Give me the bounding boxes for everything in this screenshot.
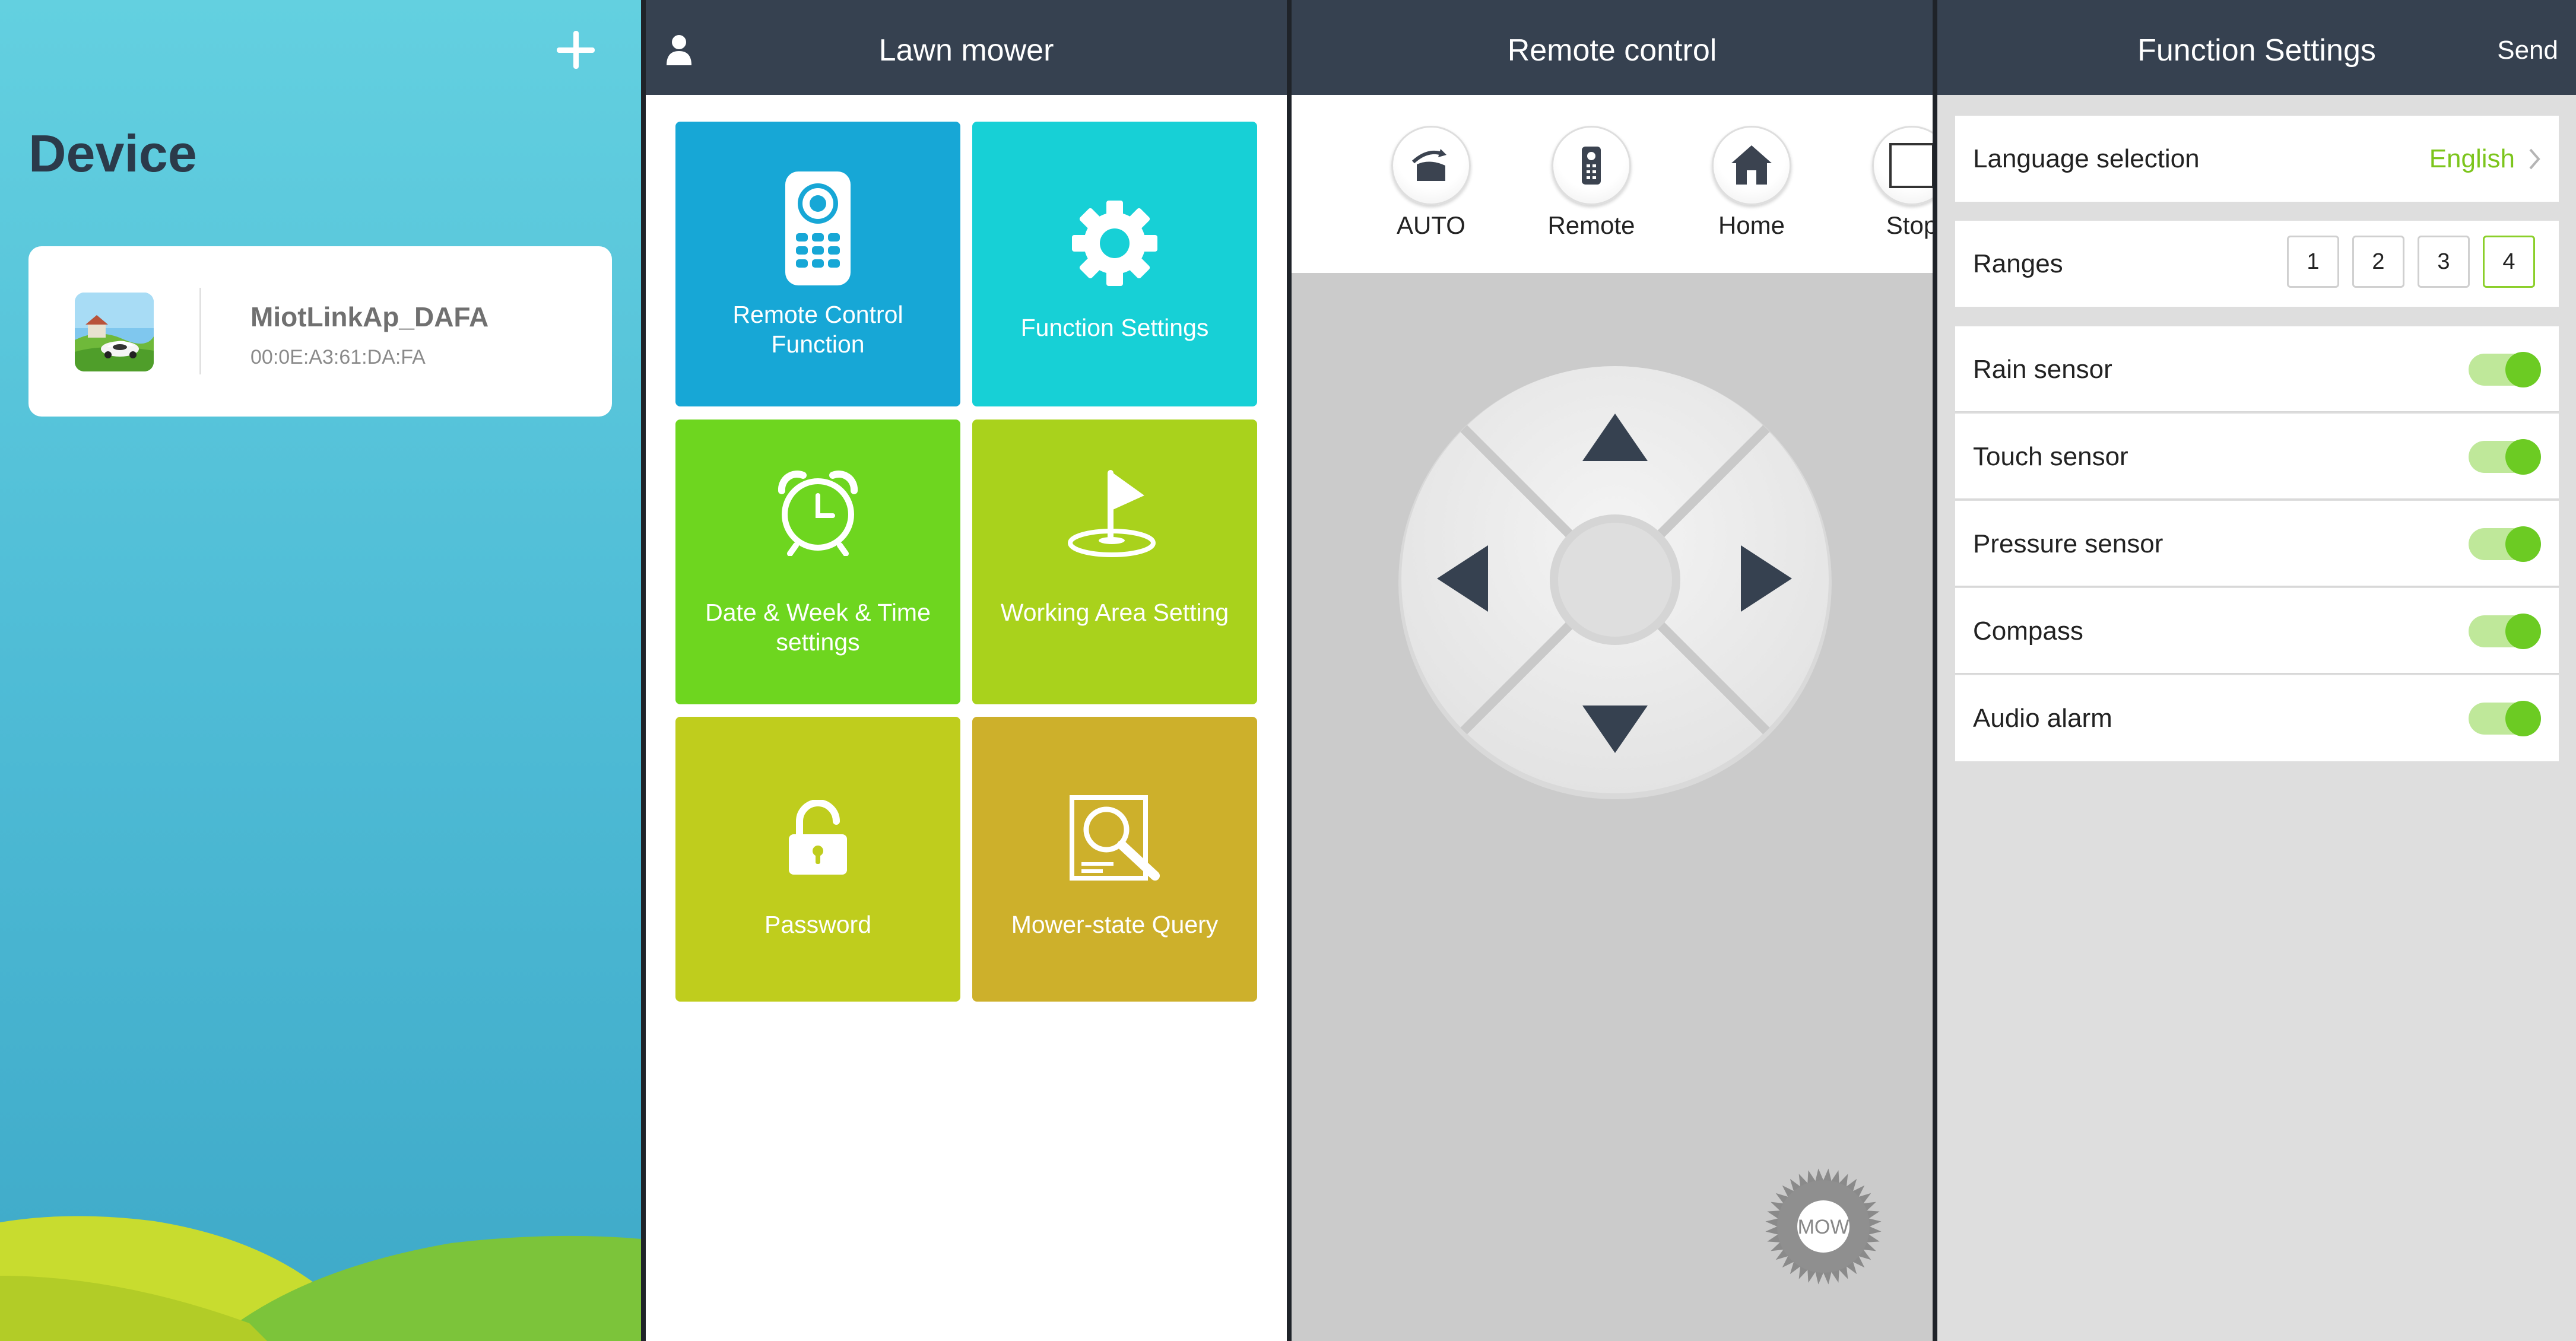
toggle-row-rain-sensor: Rain sensor <box>1955 326 2559 412</box>
panel-divider <box>1287 0 1292 1341</box>
language-selector[interactable]: English <box>2429 144 2541 174</box>
stop-icon <box>1889 143 1933 188</box>
range-option-2[interactable]: 2 <box>2352 236 2404 288</box>
toggle-label: Compass <box>1973 616 2083 646</box>
rain-sensor-toggle[interactable] <box>2469 351 2541 387</box>
toggle-label: Rain sensor <box>1973 354 2112 384</box>
page-title: Lawn mower <box>878 33 1054 68</box>
hills-decoration <box>0 1216 641 1341</box>
panel-divider <box>1933 0 1937 1341</box>
toggle-row-touch-sensor: Touch sensor <box>1955 414 2559 500</box>
home-icon <box>1731 145 1772 185</box>
device-name: MiotLinkAp_DAFA <box>250 301 489 332</box>
mow-blade-button[interactable]: MOW <box>1764 1167 1883 1289</box>
mode-label: AUTO <box>1397 211 1465 239</box>
mode-auto-button[interactable]: AUTO <box>1372 126 1490 240</box>
language-row[interactable]: Language selection English <box>1955 116 2559 202</box>
chevron-right-icon <box>2529 148 2540 169</box>
pressure-sensor-toggle[interactable] <box>2469 526 2541 562</box>
unlock-icon <box>789 800 847 875</box>
toggle-row-audio-alarm: Audio alarm <box>1955 675 2559 761</box>
toggle-label: Audio alarm <box>1973 703 2112 733</box>
language-value: English <box>2429 144 2515 173</box>
ranges-options: 1 2 3 4 <box>2287 236 2535 288</box>
alarm-clock-icon <box>778 471 858 556</box>
tile-date-time-settings[interactable]: Date & Week & Time settings <box>675 420 960 704</box>
function-settings-screen: Function Settings Send Language selectio… <box>1937 0 2576 1341</box>
ranges-row: Ranges 1 2 3 4 <box>1955 221 2559 307</box>
tile-label: Function Settings <box>1020 314 1209 341</box>
direction-pad <box>1398 366 1832 799</box>
tile-label: Remote Control Function <box>732 301 903 358</box>
audio-alarm-toggle[interactable] <box>2469 700 2541 736</box>
tile-working-area-setting[interactable]: Working Area Setting <box>972 420 1257 704</box>
header-bar: Remote control <box>1292 0 1933 95</box>
page-title: Function Settings <box>2137 33 2376 68</box>
toggle-label: Touch sensor <box>1973 441 2128 471</box>
mode-label: Home <box>1718 211 1785 239</box>
tile-label: Date & Week & Time settings <box>705 599 931 656</box>
toggle-label: Pressure sensor <box>1973 529 2163 558</box>
lawn-mower-screen: Lawn mower Remote Control Function Funct… <box>646 0 1287 1341</box>
remote-control-icon <box>785 171 851 285</box>
mower-thumbnail-icon <box>75 293 154 371</box>
tile-label: Password <box>764 911 871 938</box>
tile-label: Working Area Setting <box>1000 599 1229 626</box>
range-option-4[interactable]: 4 <box>2483 236 2535 288</box>
tile-label: Mower-state Query <box>1011 911 1219 938</box>
remote-control-screen: Remote control AUTO Remote Home Stop MOW <box>1292 0 1933 1341</box>
mode-bar: AUTO Remote Home Stop <box>1292 95 1933 273</box>
header-bar: Lawn mower <box>646 0 1287 95</box>
range-option-3[interactable]: 3 <box>2418 236 2470 288</box>
ranges-label: Ranges <box>1973 249 2063 278</box>
mode-label: Stop <box>1886 211 1933 239</box>
tile-mower-state-query[interactable]: Mower-state Query <box>972 717 1257 1002</box>
mode-remote-button[interactable]: Remote <box>1532 126 1651 240</box>
page-title: Remote control <box>1507 33 1717 68</box>
device-card[interactable]: MiotLinkAp_DAFA 00:0E:A3:61:DA:FA <box>28 246 612 417</box>
gear-icon <box>1072 201 1157 286</box>
mode-stop-button[interactable]: Stop <box>1852 126 1933 240</box>
tile-remote-control-function[interactable]: Remote Control Function <box>675 122 960 406</box>
compass-toggle[interactable] <box>2469 613 2541 649</box>
header-bar: Function Settings Send <box>1937 0 2576 95</box>
mow-label: MOW <box>1798 1216 1849 1238</box>
card-divider <box>199 288 201 374</box>
language-label: Language selection <box>1973 144 2200 173</box>
mode-label: Remote <box>1547 211 1635 239</box>
send-button[interactable]: Send <box>2497 36 2558 65</box>
device-page-title: Device <box>28 124 197 183</box>
auto-mow-icon <box>1411 149 1446 181</box>
add-device-plus-icon[interactable] <box>557 31 595 69</box>
panel-divider <box>641 0 646 1341</box>
toggle-row-compass: Compass <box>1955 588 2559 674</box>
range-option-1[interactable]: 1 <box>2287 236 2339 288</box>
tile-function-settings[interactable]: Function Settings <box>972 122 1257 406</box>
tile-password[interactable]: Password <box>675 717 960 1002</box>
search-document-icon <box>1070 795 1160 881</box>
remote-icon <box>1582 147 1601 185</box>
device-mac-address: 00:0E:A3:61:DA:FA <box>250 346 426 368</box>
mode-home-button[interactable]: Home <box>1692 126 1811 240</box>
toggle-row-pressure-sensor: Pressure sensor <box>1955 501 2559 587</box>
flag-icon <box>1068 470 1156 557</box>
device-screen: Device MiotLinkAp_DAFA 00:0E:A3:61:DA:FA <box>0 0 641 1341</box>
touch-sensor-toggle[interactable] <box>2469 438 2541 475</box>
